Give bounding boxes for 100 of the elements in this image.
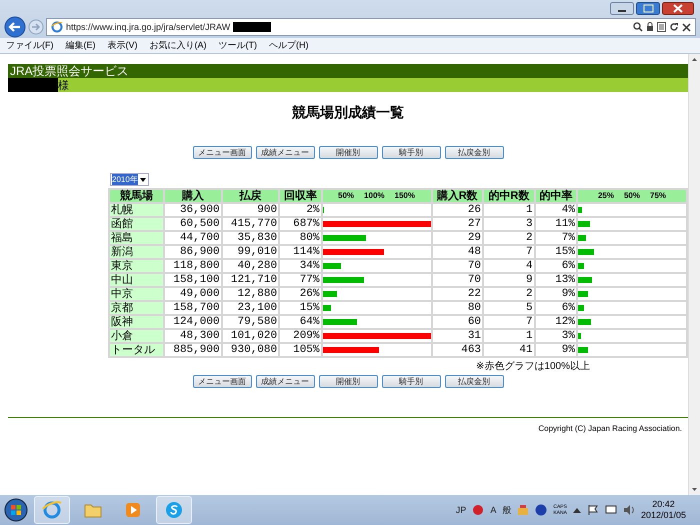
table-cell: 77% xyxy=(279,273,322,287)
venue-cell: トータル xyxy=(109,343,164,357)
toolbox-icon[interactable] xyxy=(517,504,530,516)
table-cell: 27 xyxy=(432,217,484,231)
table-cell: 15% xyxy=(534,245,577,259)
nav-button[interactable]: メニュー画面 xyxy=(192,146,252,159)
table-cell: 79,580 xyxy=(222,315,280,329)
table-cell: 4% xyxy=(534,203,577,217)
table-cell: 70 xyxy=(432,273,484,287)
table-cell: 158,700 xyxy=(164,301,222,315)
start-icon[interactable] xyxy=(4,498,28,522)
table-cell: 99,010 xyxy=(222,245,280,259)
table-cell: 415,770 xyxy=(222,217,280,231)
table-cell: 9% xyxy=(534,287,577,301)
table-cell: 44,700 xyxy=(164,231,222,245)
table-cell: 3 xyxy=(483,217,535,231)
table-cell: 124,000 xyxy=(164,315,222,329)
table-cell: 114% xyxy=(279,245,322,259)
clock-time[interactable]: 20:42 xyxy=(652,499,675,510)
nav-button[interactable]: 成績メニュー xyxy=(256,146,314,159)
axis-label: 100% xyxy=(364,190,385,202)
nav-button[interactable]: 開催別 xyxy=(318,375,378,388)
redaction xyxy=(8,78,58,92)
table-cell: 7 xyxy=(483,245,535,259)
compatibility-icon[interactable] xyxy=(657,22,666,32)
redaction xyxy=(233,22,272,32)
table-cell: 70 xyxy=(432,259,484,273)
axis-label: 150% xyxy=(394,190,415,202)
table-cell: 15% xyxy=(279,301,322,315)
table-cell: 60 xyxy=(432,315,484,329)
nav-button[interactable]: 開催別 xyxy=(318,146,378,159)
table-cell: 4 xyxy=(483,259,535,273)
venue-cell: 札幌 xyxy=(109,203,164,217)
venue-cell: 中山 xyxy=(109,273,164,287)
table-cell: 34% xyxy=(279,259,322,273)
table-cell: 36,900 xyxy=(164,203,222,217)
table-cell: 900 xyxy=(222,203,280,217)
menu-item[interactable]: ツール(T) xyxy=(218,39,257,52)
close-icon[interactable] xyxy=(662,2,694,15)
nav-button[interactable]: 払戻金別 xyxy=(444,375,504,388)
table-cell: 60,500 xyxy=(164,217,222,231)
menu-item[interactable]: ヘルプ(H) xyxy=(269,39,308,52)
refresh-icon[interactable] xyxy=(669,22,679,32)
browser-icon[interactable] xyxy=(42,500,62,520)
nav-button[interactable]: メニュー画面 xyxy=(192,375,252,388)
table-cell: 7 xyxy=(483,315,535,329)
menu-item[interactable]: ファイル(F) xyxy=(6,39,54,52)
menu-item[interactable]: 編集(E) xyxy=(66,39,96,52)
table-cell: 86,900 xyxy=(164,245,222,259)
page-heading: 競馬場別成績一覧 xyxy=(292,104,404,122)
address-bar[interactable]: https://www.inq.jra.go.jp/jra/servlet/JRAW xyxy=(46,18,696,36)
table-cell: 118,800 xyxy=(164,259,222,273)
table-cell: 2 xyxy=(483,231,535,245)
language-indicator[interactable]: JP xyxy=(456,505,466,515)
minimize-icon[interactable] xyxy=(610,2,634,15)
restore-icon[interactable] xyxy=(636,2,660,15)
venue-cell: 小倉 xyxy=(109,329,164,343)
nav-button[interactable]: 成績メニュー xyxy=(256,375,314,388)
back-icon[interactable] xyxy=(4,16,26,38)
venue-cell: 福島 xyxy=(109,231,164,245)
volume-icon[interactable] xyxy=(622,504,635,516)
chat-app-icon[interactable] xyxy=(164,500,184,520)
ime-kanji[interactable]: 般 xyxy=(502,504,512,516)
table-cell: 29 xyxy=(432,231,484,245)
table-cell: 5 xyxy=(483,301,535,315)
column-header: 的中R数 xyxy=(483,189,535,203)
search-icon[interactable] xyxy=(633,22,643,32)
axis-label: 75% xyxy=(650,190,666,202)
table-cell: 1 xyxy=(483,329,535,343)
table-cell: 121,710 xyxy=(222,273,280,287)
stop-icon[interactable] xyxy=(682,22,691,32)
table-cell: 930,080 xyxy=(222,343,280,357)
table-cell: 13% xyxy=(534,273,577,287)
lock-icon[interactable] xyxy=(646,22,654,32)
table-cell: 687% xyxy=(279,217,322,231)
table-cell: 463 xyxy=(432,343,484,357)
table-cell: 105% xyxy=(279,343,322,357)
flag-icon[interactable] xyxy=(586,504,599,516)
table-cell: 22 xyxy=(432,287,484,301)
table-cell: 158,100 xyxy=(164,273,222,287)
nav-button[interactable]: 払戻金別 xyxy=(444,146,504,159)
year-dropdown[interactable]: 2010年 xyxy=(110,173,149,186)
table-cell: 40,280 xyxy=(222,259,280,273)
ime-mode[interactable]: A xyxy=(490,505,496,515)
user-suffix: 様 xyxy=(58,78,69,92)
menu-item[interactable]: 表示(V) xyxy=(108,39,138,52)
table-cell: 35,830 xyxy=(222,231,280,245)
column-header: 購入 xyxy=(164,189,222,203)
tray-expand-icon[interactable] xyxy=(572,507,581,513)
venue-cell: 函館 xyxy=(109,217,164,231)
nav-button[interactable]: 騎手別 xyxy=(382,146,440,159)
table-cell: 1 xyxy=(483,203,535,217)
table-cell: 12,880 xyxy=(222,287,280,301)
axis-label: 50% xyxy=(624,190,640,202)
column-header: 回収率 xyxy=(279,189,322,203)
menu-item[interactable]: お気に入り(A) xyxy=(150,39,206,52)
table-cell: 48 xyxy=(432,245,484,259)
axis-label: 50% xyxy=(338,190,354,202)
clock-date[interactable]: 2012/01/05 xyxy=(640,510,686,521)
nav-button[interactable]: 騎手別 xyxy=(382,375,440,388)
